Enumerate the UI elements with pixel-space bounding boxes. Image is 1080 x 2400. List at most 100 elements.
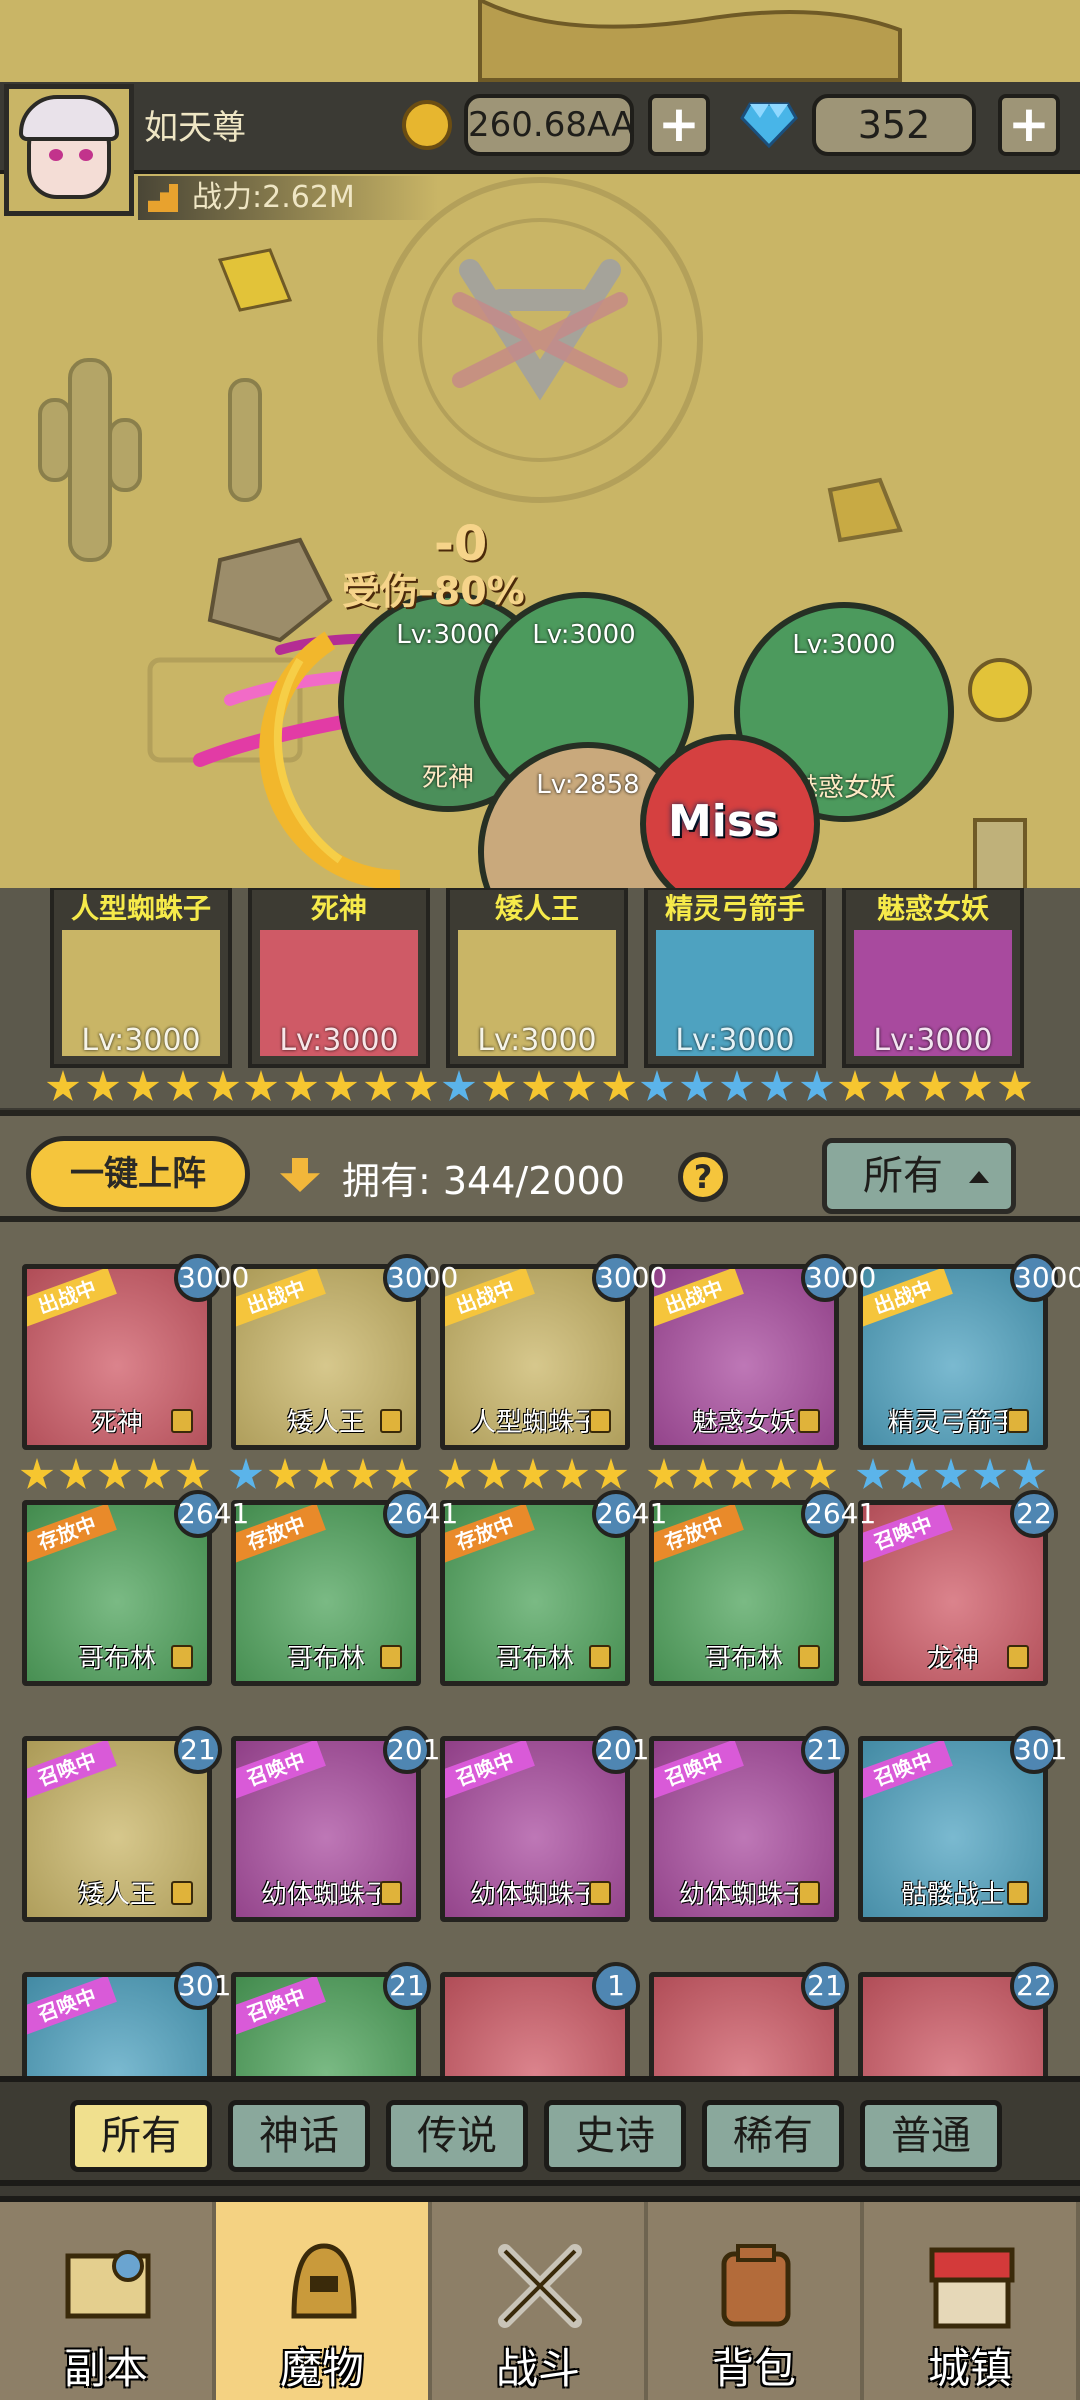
add-gem-button[interactable]: +: [998, 94, 1060, 156]
star-icon: [442, 1070, 476, 1101]
lineup-slot-level: Lv:3000: [279, 1023, 399, 1058]
lineup-stars: [46, 1070, 246, 1104]
avatar-eye-right: [79, 149, 93, 161]
star-icon: [838, 1070, 872, 1101]
star-icon: [516, 1458, 550, 1489]
level-badge: 3000: [383, 1254, 458, 1302]
nav-item[interactable]: 战斗: [432, 2202, 648, 2400]
level-badge: 3000: [801, 1254, 876, 1302]
rarity-tab[interactable]: 普通: [860, 2100, 1002, 2172]
monster-stars: [647, 1458, 842, 1492]
lock-icon: [589, 1881, 611, 1905]
star-icon: [482, 1070, 516, 1101]
lineup-slot-title: 精灵弓箭手: [648, 890, 822, 928]
star-icon: [324, 1070, 358, 1101]
lock-icon: [1007, 1409, 1029, 1433]
star-icon: [86, 1070, 120, 1101]
star-icon: [647, 1458, 681, 1489]
star-icon: [934, 1458, 968, 1489]
add-gold-button[interactable]: +: [648, 94, 710, 156]
rarity-tab[interactable]: 稀有: [702, 2100, 844, 2172]
lock-icon: [1007, 1645, 1029, 1669]
lineup-slot-level: Lv:3000: [477, 1023, 597, 1058]
star-icon: [686, 1458, 720, 1489]
star-icon: [562, 1070, 596, 1101]
star-icon: [346, 1458, 380, 1489]
lock-icon: [171, 1645, 193, 1669]
player-name: 如天尊: [144, 108, 246, 148]
dungeon-map-icon: [65, 2250, 151, 2319]
nav-item[interactable]: 城镇: [864, 2202, 1080, 2400]
level-badge: 301: [174, 1962, 231, 2010]
star-icon: [895, 1458, 929, 1489]
lock-icon: [798, 1645, 820, 1669]
star-icon: [438, 1458, 472, 1489]
star-icon: [720, 1070, 754, 1101]
level-badge: 2641: [174, 1490, 249, 1538]
level-badge: 2641: [801, 1490, 876, 1538]
level-badge: 21: [801, 1726, 849, 1774]
level-badge: 2641: [592, 1490, 667, 1538]
gold-coin-icon: [402, 100, 452, 150]
lineup-slot[interactable]: 精灵弓箭手 Lv:3000: [644, 888, 826, 1068]
monster-stars: [20, 1458, 215, 1492]
star-icon: [725, 1458, 759, 1489]
nav-item[interactable]: 背包: [648, 2202, 864, 2400]
level-badge: 21: [383, 1962, 431, 2010]
star-icon: [477, 1458, 511, 1489]
star-icon: [404, 1070, 438, 1101]
lineup-slot-title: 魅惑女妖: [846, 890, 1020, 928]
lineup-stars: [838, 1070, 1038, 1104]
star-icon: [206, 1070, 240, 1101]
level-badge: 21: [174, 1726, 222, 1774]
filter-dropdown[interactable]: 所有: [822, 1138, 1016, 1214]
star-icon: [46, 1070, 80, 1101]
lock-icon: [589, 1409, 611, 1433]
level-badge: 1: [592, 1962, 640, 2010]
nav-item[interactable]: 魔物: [216, 2202, 432, 2400]
avatar-eye-left: [49, 149, 63, 161]
lineup-slot[interactable]: 人型蜘蛛子 Lv:3000: [50, 888, 232, 1068]
auto-deploy-button[interactable]: 一键上阵: [26, 1136, 250, 1212]
lineup-slot[interactable]: 矮人王 Lv:3000: [446, 888, 628, 1068]
owned-count: 拥有: 344/2000: [342, 1159, 625, 1203]
lineup-slot-title: 矮人王: [450, 890, 624, 928]
combat-power-value: 战力:2.62M: [192, 180, 355, 215]
monster-stars: [856, 1458, 1051, 1492]
level-badge: 2641: [383, 1490, 458, 1538]
star-icon: [856, 1458, 890, 1489]
lineup-stars: [244, 1070, 444, 1104]
monster-stars: [438, 1458, 633, 1492]
lineup-slot-level: Lv:3000: [81, 1023, 201, 1058]
star-icon: [176, 1458, 210, 1489]
backpack-icon: [721, 2244, 791, 2327]
star-icon: [918, 1070, 952, 1101]
star-icon: [680, 1070, 714, 1101]
player-avatar[interactable]: [4, 84, 134, 216]
rarity-tab[interactable]: 史诗: [544, 2100, 686, 2172]
lineup-slot[interactable]: 魅惑女妖 Lv:3000: [842, 888, 1024, 1068]
nav-item[interactable]: 副本: [0, 2202, 216, 2400]
help-button[interactable]: ?: [678, 1152, 728, 1202]
level-badge: 22: [1010, 1490, 1058, 1538]
lock-icon: [171, 1881, 193, 1905]
star-icon: [307, 1458, 341, 1489]
avatar-hair: [19, 95, 119, 141]
monster-grid: 出战中 死神 3000 出战中 矮人王 3000 出战中 人型蜘蛛子 3000 出战中 魅惑女妖 30…: [0, 1222, 1080, 2076]
star-icon: [364, 1070, 398, 1101]
star-icon: [98, 1458, 132, 1489]
star-icon: [137, 1458, 171, 1489]
star-icon: [385, 1458, 419, 1489]
diamond-icon: [740, 102, 798, 148]
monster-stars: [229, 1458, 424, 1492]
lineup-slot[interactable]: 死神 Lv:3000: [248, 888, 430, 1068]
rarity-tab[interactable]: 神话: [228, 2100, 370, 2172]
rarity-tab[interactable]: 所有: [70, 2100, 212, 2172]
lineup-slot-title: 人型蜘蛛子: [54, 890, 228, 928]
unit-level: Lv:3000: [532, 620, 636, 650]
star-icon: [59, 1458, 93, 1489]
rarity-tab[interactable]: 传说: [386, 2100, 528, 2172]
star-icon: [522, 1070, 556, 1101]
star-icon: [878, 1070, 912, 1101]
star-icon: [166, 1070, 200, 1101]
